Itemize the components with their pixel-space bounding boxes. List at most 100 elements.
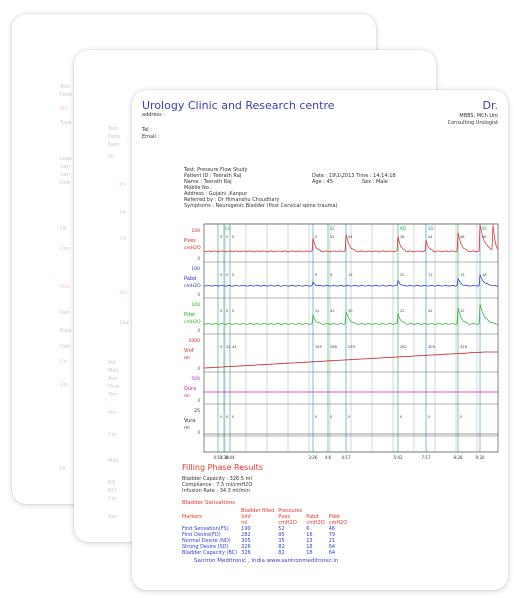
channel-scale: 1000 bbox=[189, 338, 201, 344]
ghost-text: Flow bbox=[108, 384, 120, 390]
ghost-text: Max bbox=[108, 458, 119, 464]
sensations-table: Bladder filled Pressures Markers Vinf Pves Pa… bbox=[182, 508, 351, 556]
channel-scale: 500 bbox=[191, 376, 200, 382]
channel-scale: 100 bbox=[191, 228, 200, 234]
table-row-cell: 326 bbox=[241, 550, 251, 556]
channel-name: Qura bbox=[184, 386, 196, 392]
time-label: 8:28 bbox=[454, 455, 463, 460]
channel-value-label: 0 bbox=[348, 415, 351, 419]
channel-name: Vura bbox=[184, 418, 195, 424]
time-label: 9:30 bbox=[476, 455, 485, 460]
ghost-text: Unit bbox=[60, 180, 71, 186]
channel-value-label: 305 bbox=[428, 345, 435, 349]
doctor-title: Dr. bbox=[482, 99, 498, 112]
ghost-text: Test bbox=[60, 84, 70, 90]
channel-value-label: 0 bbox=[232, 235, 235, 239]
event-marker-label: ND bbox=[400, 226, 406, 231]
table-row-cell: Bladder Capacity (BC) bbox=[182, 550, 238, 556]
channel-unit: ml bbox=[184, 355, 190, 361]
report-page-front: Urology Clinic and Research centre addre… bbox=[132, 90, 508, 590]
ghost-text: Ave bbox=[108, 376, 118, 382]
channel-value-label: 186 bbox=[330, 345, 338, 349]
channel-value-label: 0 bbox=[220, 309, 223, 313]
channel-value-label: 0 bbox=[226, 273, 229, 277]
event-marker-label: SD bbox=[428, 226, 434, 231]
channel-value-label: 239 bbox=[348, 345, 356, 349]
channel-value-label: 13 bbox=[428, 273, 433, 277]
channel-value-label: 28 bbox=[400, 235, 405, 239]
ghost-text: BCI bbox=[108, 488, 117, 494]
ghost-text: Blad bbox=[60, 328, 72, 334]
table-row: Bladder Capacity (BC) 326 82 18 64 bbox=[182, 550, 351, 556]
doctor-role: Consulting Urologist bbox=[447, 120, 498, 126]
channel-value-label: 0 bbox=[232, 309, 235, 313]
ghost-text: Pa bbox=[120, 210, 126, 216]
table-row-cell: 18 bbox=[306, 550, 313, 556]
channel-value-label: 9 bbox=[315, 273, 318, 277]
email-label: Email : bbox=[142, 134, 160, 140]
ghost-text: Patie bbox=[60, 92, 73, 98]
channel-value-label: 0 bbox=[315, 415, 318, 419]
time-label: 0:44 bbox=[226, 455, 235, 460]
tel-label: Tel : bbox=[142, 127, 152, 133]
channel-value-label: 32 bbox=[226, 345, 231, 349]
time-label: 4:17 bbox=[342, 455, 351, 460]
channel-value-label: 0 bbox=[315, 235, 318, 239]
channel-scale-zero: 0 bbox=[197, 430, 200, 435]
ghost-text: Pre bbox=[108, 410, 116, 416]
doctor-degree: MBBS, MCh Uro bbox=[459, 113, 498, 119]
symptoms: Symptoms : Neurogenic Bladder (Post Cerv… bbox=[184, 203, 338, 209]
ghost-text: Pv bbox=[120, 182, 126, 188]
channel-scale-zero: 0 bbox=[197, 256, 200, 261]
event-marker-label: SC bbox=[330, 226, 336, 231]
channel-value-label: 13 bbox=[460, 273, 465, 277]
bladder-sensations-title: Bladder Sensations bbox=[182, 500, 236, 506]
ghost-text: Co bbox=[60, 359, 67, 365]
channel-value-label: 32 bbox=[330, 235, 335, 239]
channel-value-label: 0 bbox=[220, 345, 223, 349]
ghost-text: Dr bbox=[60, 466, 66, 472]
channel-scale: 25 bbox=[194, 408, 200, 414]
filling-phase-title: Filling Phase Results bbox=[182, 463, 263, 472]
time-label: 5:42 bbox=[394, 455, 403, 460]
channel-value-label: 30 bbox=[348, 309, 353, 313]
channel-value-label: 0 bbox=[226, 235, 229, 239]
channel-value-label: 0 bbox=[428, 415, 431, 419]
ghost-text: Pain bbox=[60, 310, 71, 316]
channel-value-label: 0 bbox=[460, 415, 463, 419]
time-label: 3:26 bbox=[309, 455, 318, 460]
ghost-text: Type bbox=[60, 120, 72, 126]
channel-value-label: 32 bbox=[460, 309, 465, 313]
ghost-text: San bbox=[108, 514, 118, 520]
ghost-text: Con bbox=[60, 246, 70, 252]
clinic-name: Urology Clinic and Research centre bbox=[142, 99, 335, 112]
channel-unit: cmH2O bbox=[184, 319, 201, 325]
channel-value-label: 0 bbox=[232, 415, 235, 419]
channel-value-label: 169 bbox=[315, 345, 323, 349]
ghost-text: Gen bbox=[60, 164, 71, 170]
channel-unit: ml bbox=[184, 425, 190, 431]
channel-value-label: 44 bbox=[348, 235, 353, 239]
ghost-text: Gen bbox=[60, 172, 71, 178]
channel-value-label: 0 bbox=[232, 273, 235, 277]
channel-value-label: 326 bbox=[460, 345, 468, 349]
ghost-text: Max bbox=[108, 368, 119, 374]
urodynamics-chart: VU SC ND SD BC100PvescmH2O00 0 0 0 32 44 28 44 48 361… bbox=[184, 223, 499, 460]
channel-value-label: 42 bbox=[428, 309, 433, 313]
channel-value-label: 44 bbox=[428, 235, 433, 239]
channel-value-label: 22 bbox=[400, 309, 405, 313]
ghost-text: Nam bbox=[108, 142, 120, 148]
ghost-text: Feel bbox=[60, 284, 71, 290]
ghost-text: Patie bbox=[108, 134, 121, 140]
channel-unit: cmH2O bbox=[184, 245, 201, 251]
channel-value-label: 0 bbox=[400, 415, 403, 419]
time-label: 7:17 bbox=[422, 455, 431, 460]
channel-value-label: 4 bbox=[330, 273, 333, 277]
ghost-text: Cor bbox=[108, 496, 117, 502]
channel-name: Vinf bbox=[184, 348, 194, 354]
ghost-text: Qu bbox=[120, 290, 128, 296]
event-marker-label: VU bbox=[225, 226, 231, 231]
channel-value-label: 0 bbox=[220, 415, 223, 419]
ghost-text: Qur bbox=[120, 320, 130, 326]
event-marker-label: BC bbox=[482, 226, 488, 231]
